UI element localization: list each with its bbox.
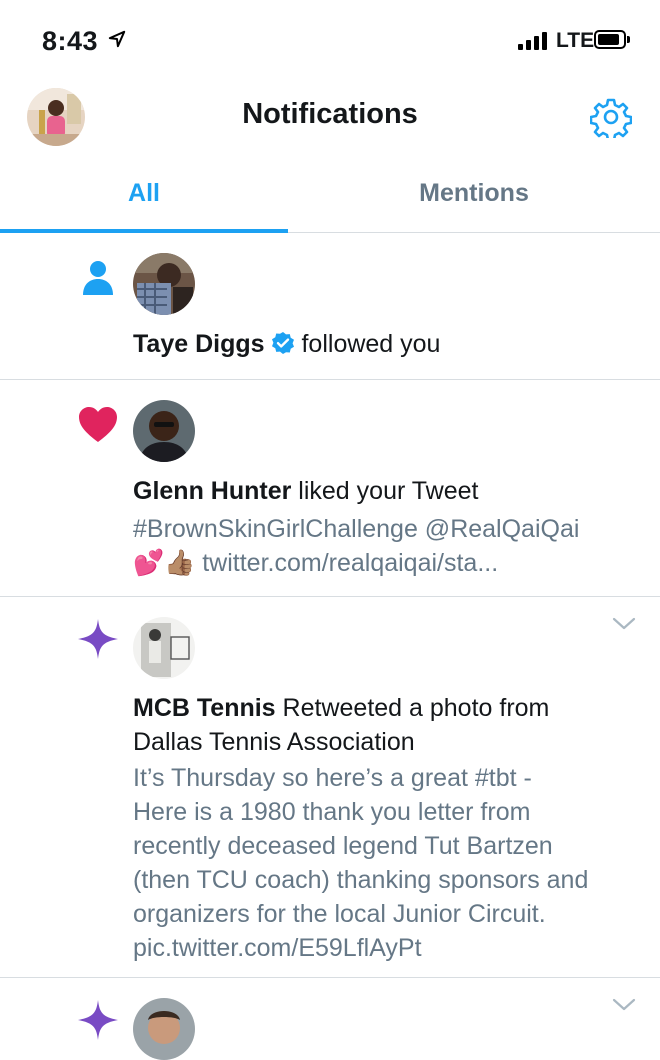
retweet-source[interactable]: Dallas Tennis Association: [133, 725, 630, 759]
sparkle-icon: [78, 1000, 118, 1040]
avatar[interactable]: [133, 617, 195, 679]
settings-gear-icon[interactable]: [590, 96, 632, 138]
user-name[interactable]: Taye Diggs: [133, 330, 265, 358]
tweet-preview-link: pic.twitter.com/E59LflAyPt: [133, 934, 422, 962]
verified-badge-icon: [271, 332, 294, 354]
page-title: Notifications: [242, 98, 418, 130]
person-follow-icon: [83, 261, 113, 295]
notification-text: MCB Tennis Retweeted a photo from Dallas…: [133, 691, 630, 759]
tab-mentions[interactable]: Mentions: [330, 160, 618, 232]
status-time: 8:43: [42, 26, 99, 56]
notification-item[interactable]: [0, 978, 660, 1060]
notification-item[interactable]: Glenn Hunter liked your Tweet #BrownSkin…: [0, 380, 660, 597]
tweet-preview-line: It’s Thursday so here’s a great #tbt -: [133, 764, 532, 792]
avatar[interactable]: [133, 253, 195, 315]
tweet-preview-link: twitter.com/realqaiqai/sta...: [202, 549, 499, 577]
tweet-preview[interactable]: It’s Thursday so here’s a great #tbt - H…: [133, 761, 630, 965]
signal-strength-icon: [518, 32, 550, 50]
tweet-preview-emoji: 💕👍🏽: [133, 549, 196, 577]
heart-icon: [79, 407, 117, 442]
avatar[interactable]: [133, 998, 195, 1060]
tweet-preview-line: (then TCU coach) thanking sponsors and: [133, 866, 589, 894]
network-type: LTE: [556, 29, 595, 52]
notification-item[interactable]: Taye Diggs followed you: [0, 233, 660, 380]
sparkle-icon: [78, 619, 118, 659]
notification-action: followed you: [301, 330, 441, 358]
chevron-down-icon[interactable]: [612, 617, 636, 631]
battery-icon: [594, 30, 626, 49]
notification-tabs: All Mentions: [0, 160, 660, 233]
location-arrow-icon: [108, 30, 126, 48]
chevron-down-icon[interactable]: [612, 998, 636, 1012]
tweet-preview-line: Here is a 1980 thank you letter from: [133, 798, 531, 826]
notification-item[interactable]: MCB Tennis Retweeted a photo from Dallas…: [0, 597, 660, 978]
tab-all[interactable]: All: [0, 160, 288, 232]
tweet-preview-line: organizers for the local Junior Circuit.: [133, 900, 546, 928]
notification-action: Retweeted a photo from: [282, 694, 550, 722]
notification-action: liked your Tweet: [298, 477, 479, 505]
status-bar: 8:43 LTE: [0, 0, 660, 80]
tweet-preview[interactable]: #BrownSkinGirlChallenge @RealQaiQai 💕👍🏽 …: [133, 512, 630, 580]
notification-text: Glenn Hunter liked your Tweet: [133, 474, 630, 508]
avatar[interactable]: [133, 400, 195, 462]
user-name[interactable]: Glenn Hunter: [133, 477, 291, 505]
notification-text: Taye Diggs followed you: [133, 327, 630, 361]
tweet-preview-line: #BrownSkinGirlChallenge @RealQaiQai: [133, 515, 580, 543]
tweet-preview-line: recently deceased legend Tut Bartzen: [133, 832, 553, 860]
user-name[interactable]: MCB Tennis: [133, 694, 276, 722]
